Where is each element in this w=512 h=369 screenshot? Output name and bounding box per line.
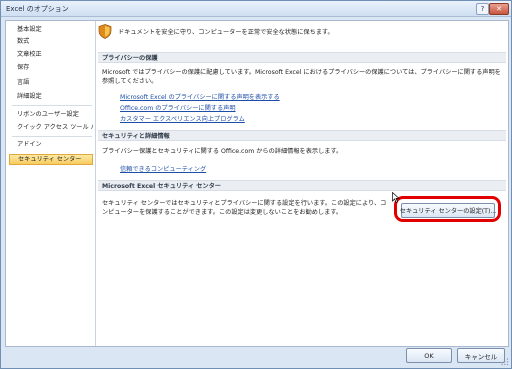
cancel-button[interactable]: キャンセル (457, 348, 505, 363)
customer-experience-link[interactable]: カスタマー エクスペリエンス向上プログラム (120, 114, 245, 123)
dialog-body: 基本設定 数式 文章校正 保存 言語 詳細設定 リボンのユーザー設定 クイック … (5, 20, 509, 347)
resize-grip-icon[interactable] (501, 358, 509, 366)
privacy-description: Microsoft ではプライバシーの保護に配慮しています。Microsoft … (102, 69, 501, 85)
trustworthy-computing-link[interactable]: 信頼できるコンピューティング (120, 164, 206, 173)
options-dialog: Excel のオプション ? ✕ 基本設定 数式 文章校正 保存 言語 詳細設定… (0, 0, 512, 369)
privacy-section-header: プライバシーの保護 (98, 52, 506, 63)
sidebar-item-language[interactable]: 言語 (9, 77, 93, 88)
sidebar-item-formulas[interactable]: 数式 (9, 36, 93, 47)
window-title: Excel のオプション (6, 5, 69, 13)
title-bar[interactable]: Excel のオプション ? ✕ (1, 1, 511, 17)
intro-text: ドキュメントを安全に守り、コンピューターを正常で安全な状態に保ちます。 (118, 29, 334, 36)
security-section-header: セキュリティと詳細情報 (98, 130, 506, 141)
ok-button[interactable]: OK (406, 348, 452, 363)
close-icon: ✕ (496, 5, 502, 13)
options-sidebar: 基本設定 数式 文章校正 保存 言語 詳細設定 リボンのユーザー設定 クイック … (6, 21, 96, 346)
sidebar-divider (12, 105, 92, 106)
office-privacy-link[interactable]: Office.com のプライバシーに関する声明 (120, 103, 236, 112)
shield-icon (98, 24, 112, 39)
trust-center-settings-button[interactable]: セキュリティ センターの設定(T)... (400, 203, 496, 218)
sidebar-item-proofing[interactable]: 文章校正 (9, 49, 93, 60)
close-button[interactable]: ✕ (489, 3, 509, 15)
sidebar-item-save[interactable]: 保存 (9, 62, 93, 73)
help-icon: ? (480, 5, 485, 13)
sidebar-item-trust-center[interactable]: セキュリティ センター (9, 154, 93, 165)
sidebar-item-quick-access-toolbar[interactable]: クイック アクセス ツール バー (9, 122, 93, 133)
trust-center-section-header: Microsoft Excel セキュリティ センター (98, 180, 506, 191)
trust-center-description: セキュリティ センターではセキュリティとプライバシーに関する設定を行います。この… (102, 200, 387, 216)
help-button[interactable]: ? (476, 3, 489, 15)
mouse-cursor-icon (392, 192, 400, 203)
trust-center-page: ドキュメントを安全に守り、コンピューターを正常で安全な状態に保ちます。 プライバ… (98, 21, 506, 346)
sidebar-item-general[interactable]: 基本設定 (9, 24, 93, 35)
sidebar-item-addins[interactable]: アドイン (9, 139, 93, 150)
sidebar-item-advanced[interactable]: 詳細設定 (9, 91, 93, 102)
sidebar-divider (12, 136, 92, 137)
sidebar-item-customize-ribbon[interactable]: リボンのユーザー設定 (9, 109, 93, 120)
privacy-statement-link[interactable]: Microsoft Excel のプライバシーに関する声明を表示する (120, 92, 280, 101)
security-description: プライバシー保護とセキュリティに関する Office.com からの詳細情報を表… (102, 148, 343, 155)
